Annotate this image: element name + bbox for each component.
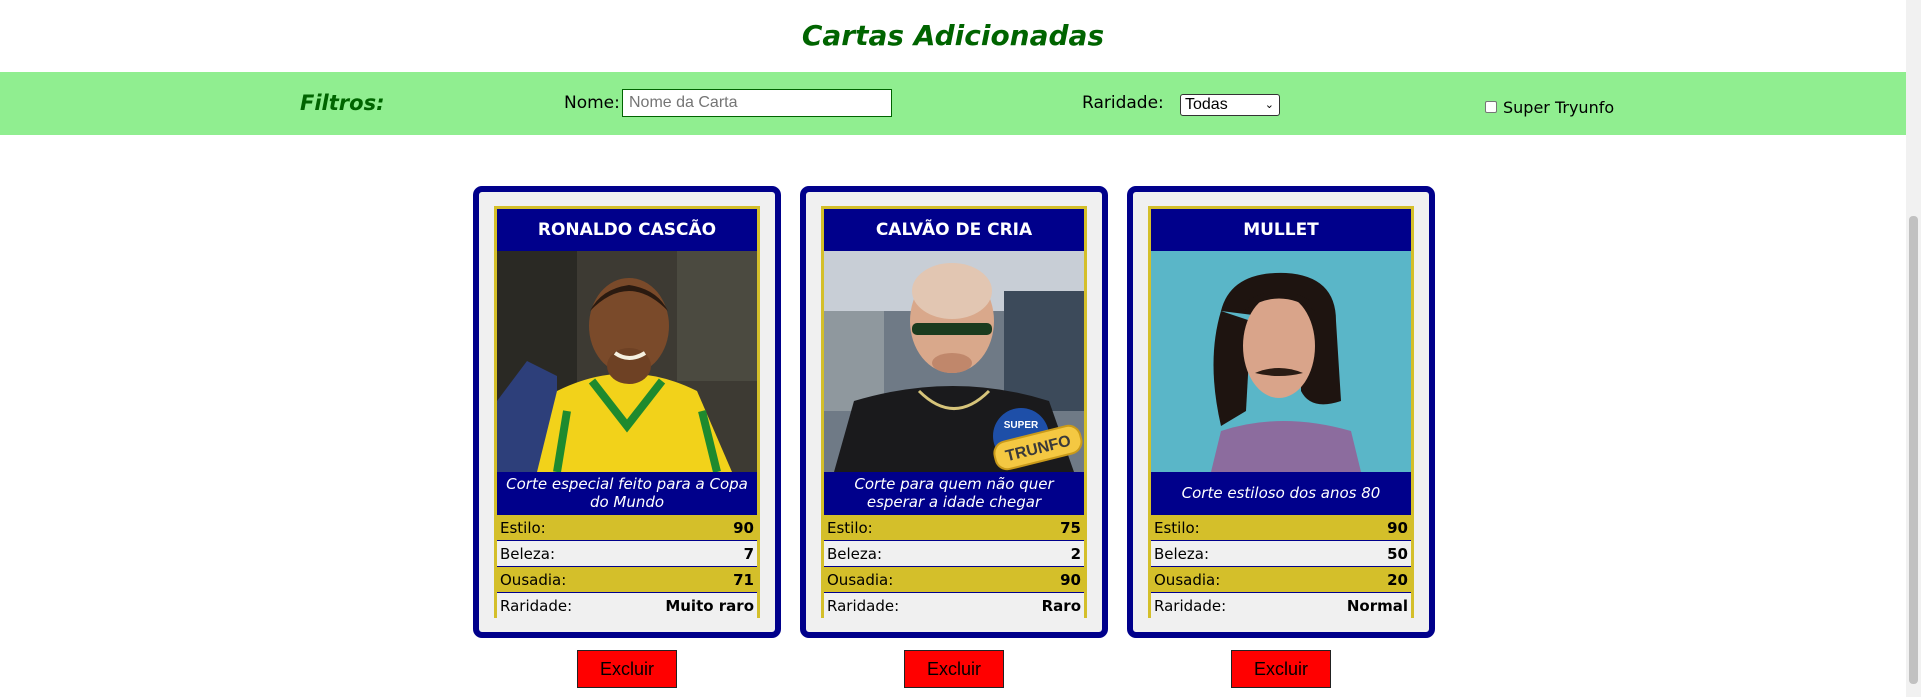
card-name: CALVÃO DE CRIA [824, 209, 1084, 251]
scrollbar-thumb[interactable] [1909, 216, 1918, 684]
attribute-value: 75 [1060, 518, 1081, 537]
attribute-row: Raridade: Muito raro [497, 592, 757, 618]
name-filter-label: Nome: [564, 93, 620, 113]
card-frame: MULLET Corte estiloso dos anos 80 Estilo… [1148, 206, 1414, 618]
chevron-down-icon: ⌄ [1264, 99, 1274, 111]
attribute-label: Raridade: [827, 596, 900, 615]
attribute-value: 20 [1387, 570, 1408, 589]
attribute-row: Ousadia: 20 [1151, 566, 1411, 592]
delete-card-button[interactable]: Excluir [577, 650, 677, 688]
attribute-label: Beleza: [500, 544, 556, 563]
rarity-filter-label: Raridade: [1082, 93, 1164, 113]
attribute-row: Estilo: 75 [824, 514, 1084, 540]
card-frame: RONALDO CASCÃO Corte especial feito para [494, 206, 760, 618]
attribute-row: Beleza: 7 [497, 540, 757, 566]
card: RONALDO CASCÃO Corte especial feito para [473, 186, 781, 638]
attribute-value: 90 [1387, 518, 1408, 537]
card: CALVÃO DE CRIA SUPER TRUNFO Corte para q… [800, 186, 1108, 638]
attribute-value: 71 [733, 570, 754, 589]
attribute-value: 90 [1060, 570, 1081, 589]
attribute-value: 90 [733, 518, 754, 537]
attribute-label: Raridade: [500, 596, 573, 615]
badge-top-text: SUPER [1004, 420, 1039, 431]
card-image: SUPER TRUNFO [824, 251, 1084, 472]
card-image [497, 251, 757, 472]
attribute-label: Ousadia: [500, 570, 567, 589]
attribute-value: Muito raro [665, 596, 754, 615]
super-trunfo-checkbox[interactable] [1485, 101, 1497, 113]
attribute-row: Ousadia: 71 [497, 566, 757, 592]
attribute-row: Estilo: 90 [497, 514, 757, 540]
attribute-label: Beleza: [1154, 544, 1210, 563]
card-description: Corte para quem não quer esperar a idade… [824, 472, 1084, 514]
attribute-value: Normal [1346, 596, 1408, 615]
attribute-label: Ousadia: [827, 570, 894, 589]
attribute-row: Beleza: 2 [824, 540, 1084, 566]
attribute-value: 2 [1070, 544, 1081, 563]
delete-card-button[interactable]: Excluir [904, 650, 1004, 688]
attribute-row: Raridade: Normal [1151, 592, 1411, 618]
card-description: Corte especial feito para a Copa do Mund… [497, 472, 757, 514]
attribute-row: Raridade: Raro [824, 592, 1084, 618]
card: MULLET Corte estiloso dos anos 80 Estilo… [1127, 186, 1435, 638]
card-name: RONALDO CASCÃO [497, 209, 757, 251]
attribute-row: Estilo: 90 [1151, 514, 1411, 540]
card-description: Corte estiloso dos anos 80 [1151, 472, 1411, 514]
attribute-row: Beleza: 50 [1151, 540, 1411, 566]
attribute-value: Raro [1041, 596, 1081, 615]
page-title: Cartas Adicionadas [801, 19, 1105, 52]
attribute-value: 50 [1387, 544, 1408, 563]
attribute-label: Raridade: [1154, 596, 1227, 615]
name-filter-input[interactable] [622, 89, 892, 117]
filters-title: Filtros: [300, 91, 385, 115]
attribute-label: Estilo: [500, 518, 546, 537]
rarity-selected-value: Todas [1185, 96, 1228, 113]
page: Cartas Adicionadas Filtros: Nome: Rarida… [0, 0, 1906, 697]
super-trunfo-filter-label: Super Tryunfo [1503, 98, 1615, 117]
attribute-label: Ousadia: [1154, 570, 1221, 589]
delete-card-button[interactable]: Excluir [1231, 650, 1331, 688]
card-frame: CALVÃO DE CRIA SUPER TRUNFO Corte para q… [821, 206, 1087, 618]
attribute-row: Ousadia: 90 [824, 566, 1084, 592]
filter-bar: Filtros: Nome: Raridade: Todas ⌄ [0, 72, 1906, 135]
attribute-label: Estilo: [827, 518, 873, 537]
attribute-label: Estilo: [1154, 518, 1200, 537]
super-trunfo-badge: SUPER TRUNFO [976, 406, 1084, 472]
vertical-scrollbar[interactable] [1906, 0, 1921, 697]
attribute-label: Beleza: [827, 544, 883, 563]
card-image [1151, 251, 1411, 472]
attribute-value: 7 [743, 544, 754, 563]
rarity-filter-select[interactable]: Todas ⌄ [1180, 94, 1280, 116]
card-name: MULLET [1151, 209, 1411, 251]
